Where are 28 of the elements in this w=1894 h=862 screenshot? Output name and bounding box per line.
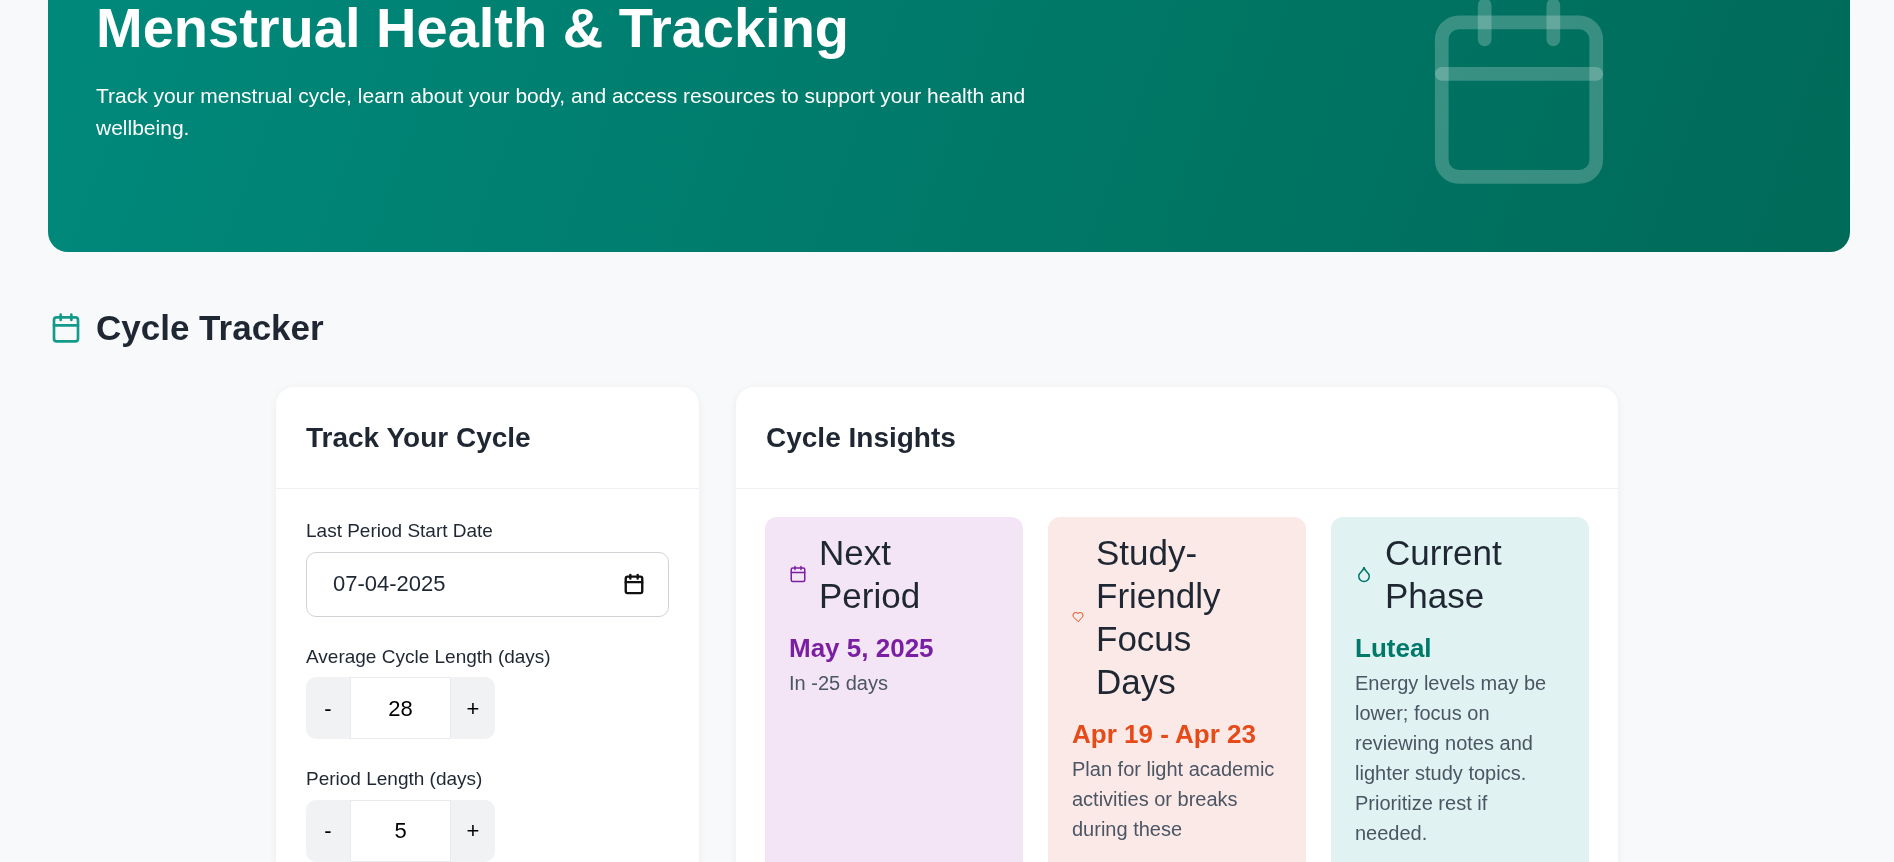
decrement-button[interactable]: - (306, 677, 350, 739)
calendar-icon (623, 572, 645, 595)
insight-title: Study-Friendly Focus Days (1096, 532, 1222, 703)
insight-text: In -25 days (789, 671, 889, 696)
number-field[interactable]: 5 (350, 799, 451, 862)
calendar-icon (789, 565, 807, 583)
date-field[interactable]: 07-04-2025 (306, 551, 669, 617)
insight-title: Next Period (819, 532, 922, 617)
heart-icon (1072, 611, 1084, 623)
insight-text: Plan for light academic activities or breaks during these (1072, 757, 1276, 842)
drop-icon (1355, 565, 1373, 583)
number-field[interactable]: 28 (350, 677, 451, 739)
field-label: Last Period Start Date (306, 519, 493, 543)
insight-value: May 5, 2025 (789, 632, 935, 665)
card-title: Cycle Insights (736, 387, 1618, 489)
field-label: Period Length (days) (306, 767, 483, 791)
insight-value: Luteal (1355, 632, 1433, 665)
insight-title: Current Phase (1385, 532, 1503, 617)
decrement-button[interactable]: - (306, 799, 350, 862)
increment-button[interactable]: + (451, 799, 495, 862)
section-title: Cycle Tracker (96, 307, 324, 349)
insight-text: Energy levels may be lower; focus on reviewing notes and lighter study topics. Prioritize rest if needed. (1355, 671, 1548, 846)
increment-button[interactable]: + (451, 677, 495, 739)
card-title: Track Your Cycle (276, 387, 699, 489)
insight-value: Apr 19 - Apr 23 (1072, 718, 1257, 751)
calendar-icon (50, 312, 82, 344)
field-label: Average Cycle Length (days) (306, 644, 551, 669)
hero-description: Track your menstrual cycle, learn about your body, and access resources to support your health and wellbeing. (96, 83, 1027, 141)
